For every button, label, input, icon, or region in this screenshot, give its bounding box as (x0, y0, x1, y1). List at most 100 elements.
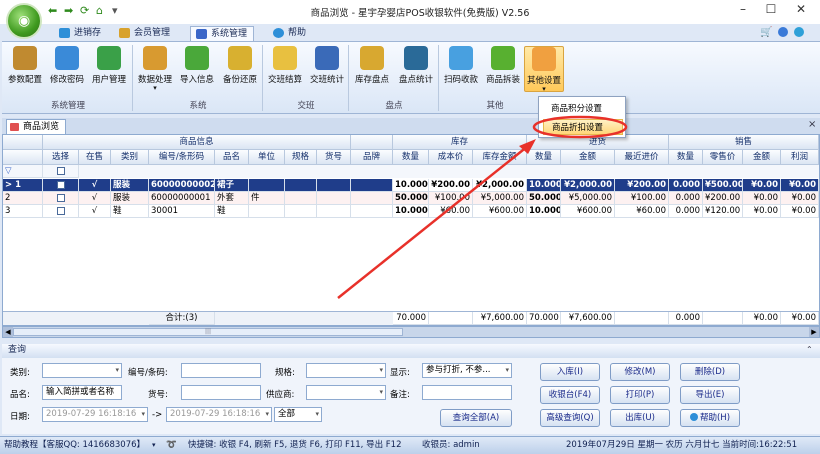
stats-icon (315, 46, 339, 70)
info-icon[interactable] (778, 27, 788, 37)
column-header[interactable]: 选择 (43, 150, 79, 165)
collapse-panel-icon[interactable]: ⌃ (806, 345, 813, 354)
scroll-thumb[interactable]: ||| (13, 328, 403, 336)
row-select-checkbox[interactable] (56, 206, 65, 215)
column-header[interactable]: 金额 (561, 150, 615, 165)
table-row[interactable]: > 1 √ 服装 60000000002 裙子 10.000 ¥200.00 ¥2,000.0… (3, 179, 819, 192)
column-header[interactable]: 数量 (669, 150, 703, 165)
name-input[interactable]: 输入简拼或者名称 (42, 385, 122, 400)
category-select[interactable]: ▾ (42, 363, 122, 378)
row-select-checkbox[interactable] (56, 180, 65, 189)
style-icon[interactable] (794, 27, 804, 37)
column-header[interactable]: 货号 (317, 150, 351, 165)
cart-icon[interactable]: 🛒 (760, 27, 772, 38)
close-tab-icon[interactable]: × (808, 119, 816, 130)
range-value: 全部 (278, 409, 296, 419)
ribbon-button-inventory[interactable]: 库存盘点 (350, 46, 394, 92)
column-header[interactable]: 单位 (249, 150, 285, 165)
minimize-button[interactable]: – (732, 2, 754, 20)
column-header[interactable]: 类别 (111, 150, 149, 165)
stock-out-button[interactable]: 出库(U) (610, 409, 670, 427)
ribbon-button-import[interactable]: 导入信息 (176, 46, 218, 92)
note-input[interactable] (422, 385, 512, 400)
query-all-button[interactable]: 查询全部(A) (440, 409, 512, 427)
quick-refresh-icon[interactable]: ⟳ (80, 4, 89, 17)
table-cell: 服装 (111, 192, 149, 205)
date-from-input[interactable]: 2019-07-29 16:18:16 ▾ (42, 407, 148, 422)
advanced-query-button[interactable]: 高级查询(Q) (540, 409, 600, 427)
column-header[interactable]: 库存金额 (473, 150, 527, 165)
filter-icon[interactable]: ▽ (3, 165, 43, 178)
ribbon-button-handover[interactable]: 交班结算 (264, 46, 306, 92)
tab-members[interactable]: 会员管理 (114, 26, 176, 41)
app-menu-orb[interactable]: ◉ (6, 3, 42, 39)
supplier-select[interactable]: ▾ (306, 385, 386, 400)
quick-access-dropdown-icon[interactable]: ▾ (112, 4, 118, 17)
ribbon-button-qrcode[interactable]: 扫码收款 (440, 46, 482, 92)
scroll-right-icon[interactable]: ▶ (809, 327, 819, 337)
stock-in-button[interactable]: 入库(I) (540, 363, 600, 381)
ribbon-button-split[interactable]: 商品拆装 (482, 46, 524, 92)
help-tutorial-link[interactable]: 帮助教程【客服QQ: 1416683076】 (4, 437, 145, 453)
cashier-button[interactable]: 收银台(F4) (540, 386, 600, 404)
column-header[interactable]: 数量 (393, 150, 429, 165)
table-cell: ¥0.00 (743, 192, 781, 205)
filter-checkbox[interactable] (56, 166, 65, 175)
select-checkbox-cell (43, 205, 79, 218)
menu-item-discount-settings[interactable]: 商品折扣设置 (543, 119, 623, 135)
column-header[interactable]: 在售 (79, 150, 111, 165)
column-header[interactable]: 品名 (215, 150, 249, 165)
date-to-input[interactable]: 2019-07-29 16:18:16 ▾ (166, 407, 272, 422)
ribbon-button-wrench[interactable]: 参数配置 (4, 46, 46, 92)
tab-inventory[interactable]: 进销存 (54, 26, 107, 41)
chevron-down-icon[interactable]: ▾ (525, 86, 563, 93)
ribbon-button-backup[interactable]: 备份还原 (218, 46, 262, 92)
ribbon-button-count-stats[interactable]: 盘点统计 (394, 46, 438, 92)
table-row[interactable]: 2 √ 服装 60000000001 外套件 50.000 ¥100.00 ¥5,000.00… (3, 192, 819, 205)
code-input[interactable] (181, 363, 261, 378)
delete-button[interactable]: 删除(D) (680, 363, 740, 381)
range-select[interactable]: 全部 ▾ (274, 407, 322, 422)
quick-back-icon[interactable]: ⬅ (48, 4, 57, 17)
column-header[interactable]: 编号/条形码 (149, 150, 215, 165)
table-row[interactable]: 3 √ 鞋 30001 鞋 10.000 ¥60.00 ¥600.00 10.000 ¥600.0… (3, 205, 819, 218)
item-no-label: 货号: (148, 390, 168, 400)
spec-select[interactable]: ▾ (306, 363, 386, 378)
item-no-input[interactable] (181, 385, 261, 400)
maximize-button[interactable]: ☐ (760, 2, 782, 20)
tab-product-browse[interactable]: 商品浏览 (6, 119, 66, 134)
quick-forward-icon[interactable]: ➡ (64, 4, 73, 17)
quick-home-icon[interactable]: ⌂ (96, 4, 103, 17)
column-header[interactable]: 品牌 (351, 150, 393, 165)
ribbon-button-users[interactable]: 用户管理 (88, 46, 130, 92)
close-button[interactable]: ✕ (790, 2, 812, 20)
chevron-down-icon[interactable]: ▾ (152, 437, 156, 453)
display-select[interactable]: 参与打折, 不参... ▾ (422, 363, 512, 378)
ribbon-button-label: 盘点统计 (398, 75, 433, 85)
menu-item-points-settings[interactable]: 商品积分设置 (543, 101, 623, 117)
table-cell: 60000000001 (149, 192, 215, 205)
column-header[interactable]: 最近进价 (615, 150, 669, 165)
chevron-down-icon: ▾ (379, 366, 383, 374)
row-select-checkbox[interactable] (56, 193, 65, 202)
help-button[interactable]: 帮助(H) (680, 409, 740, 427)
scroll-left-icon[interactable]: ◀ (3, 327, 13, 337)
column-header[interactable]: 数量 (527, 150, 561, 165)
tab-system[interactable]: 系统管理 (190, 26, 255, 41)
ribbon-button-stats[interactable]: 交班统计 (306, 46, 348, 92)
ribbon-button-key[interactable]: 修改密码 (46, 46, 88, 92)
modify-button[interactable]: 修改(M) (610, 363, 670, 381)
column-header[interactable]: 利润 (781, 150, 819, 165)
column-header[interactable]: 零售价 (703, 150, 743, 165)
tab-help[interactable]: 帮助 (268, 26, 312, 41)
column-header[interactable]: 规格 (285, 150, 317, 165)
column-header[interactable]: 金额 (743, 150, 781, 165)
ribbon-button-other-settings[interactable]: 其他设置 ▾ (524, 46, 564, 93)
ribbon-button-database[interactable]: 数据处理 ▾ (134, 46, 176, 92)
print-button[interactable]: 打印(P) (610, 386, 670, 404)
export-button[interactable]: 导出(E) (680, 386, 740, 404)
column-header[interactable]: 成本价 (429, 150, 473, 165)
chevron-down-icon[interactable]: ▾ (134, 85, 176, 92)
table-cell: ¥600.00 (561, 205, 615, 218)
horizontal-scrollbar[interactable]: ◀ ||| ▶ (2, 326, 820, 338)
